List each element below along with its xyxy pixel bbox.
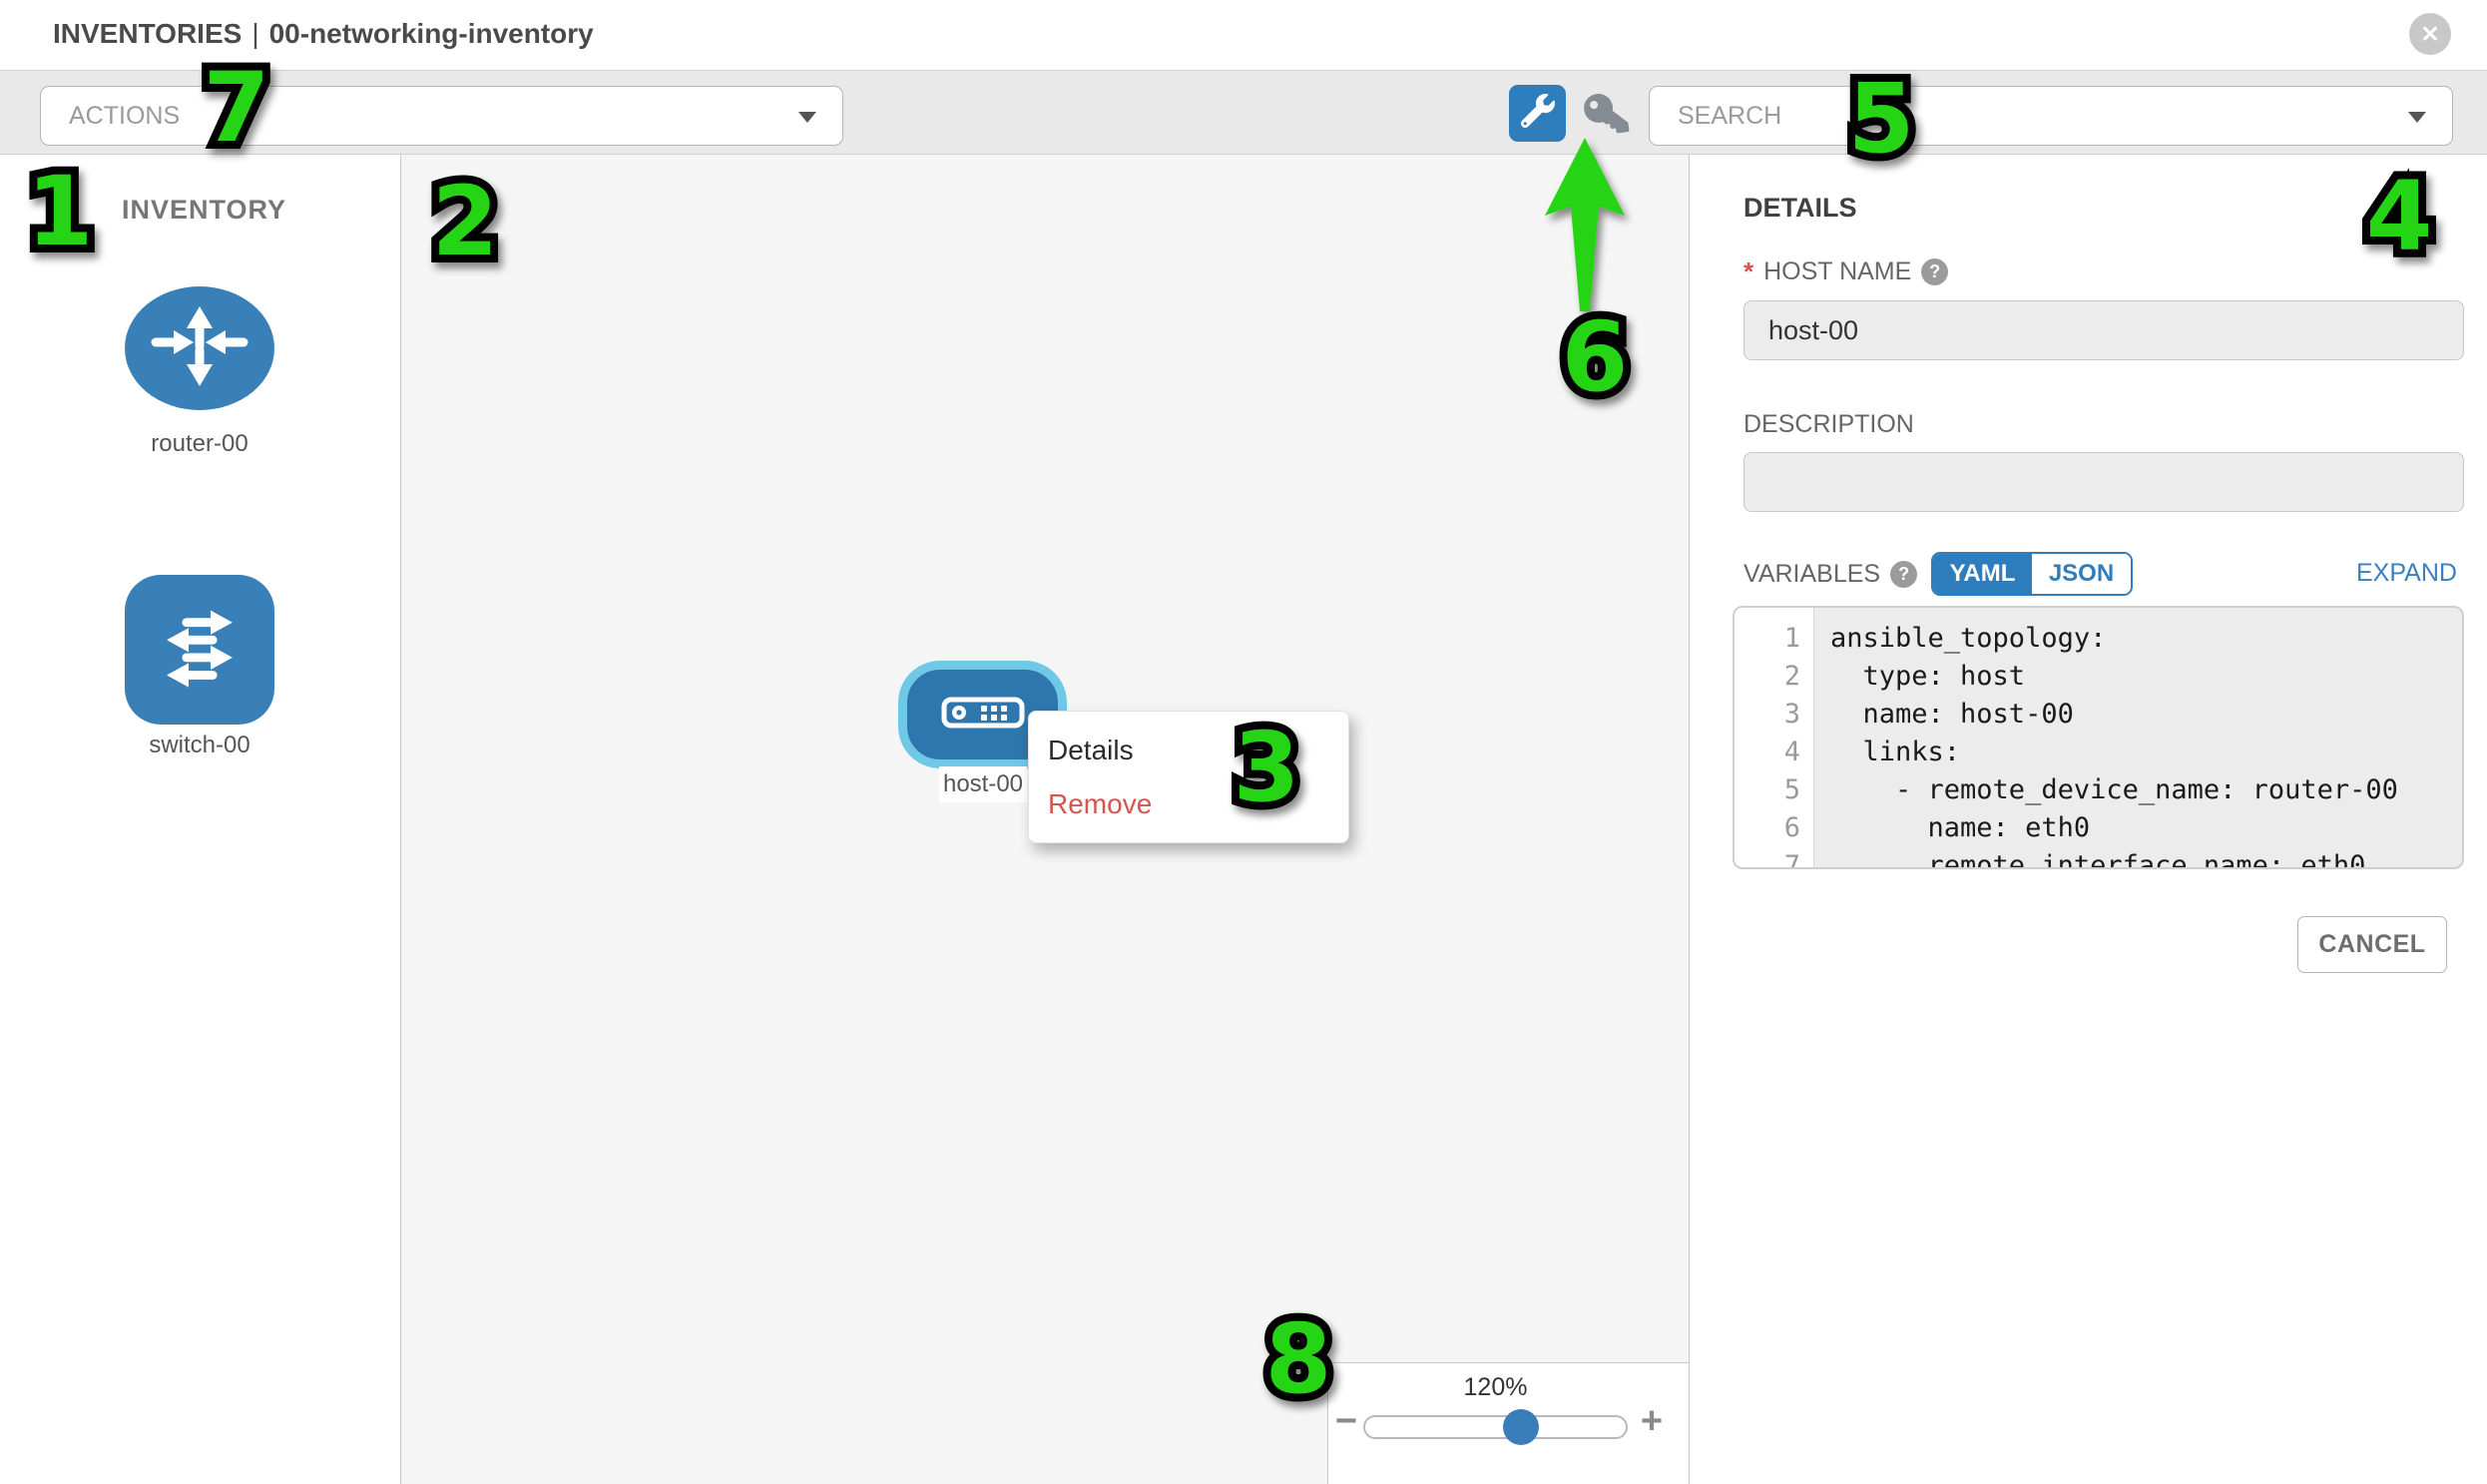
host-icon: [941, 697, 1025, 734]
host-name-label: HOST NAME: [1763, 257, 1911, 286]
line-code: name: eth0: [1814, 809, 2090, 847]
line-number: 6: [1735, 809, 1814, 847]
palette-item-switch[interactable]: [125, 575, 274, 725]
zoom-control: 120% − +: [1327, 1362, 1689, 1484]
sidebar-title: INVENTORY: [122, 195, 286, 226]
zoom-out-button[interactable]: −: [1328, 1401, 1364, 1441]
palette-item-router[interactable]: [125, 286, 274, 410]
editor-line: 5 - remote_device_name: router-00: [1735, 771, 2462, 809]
editor-line: 7 remote_interface_name: eth0: [1735, 847, 2462, 869]
description-input[interactable]: [1743, 452, 2464, 512]
actions-dropdown[interactable]: ACTIONS: [40, 86, 843, 146]
host-node-label: host-00: [939, 766, 1027, 802]
zoom-slider-thumb[interactable]: [1503, 1409, 1539, 1445]
line-code: ansible_topology:: [1814, 620, 2106, 658]
zoom-slider-track[interactable]: [1363, 1415, 1628, 1439]
tab-yaml[interactable]: YAML: [1933, 554, 2032, 594]
expand-link[interactable]: EXPAND: [2356, 559, 2457, 588]
line-code: name: host-00: [1814, 696, 2074, 734]
key-icon: [1585, 93, 1627, 140]
actions-placeholder: ACTIONS: [69, 102, 180, 131]
line-number: 2: [1735, 658, 1814, 696]
context-menu-item-details[interactable]: Details: [1029, 724, 1348, 777]
search-dropdown[interactable]: SEARCH: [1649, 86, 2453, 146]
app-window: INVENTORIES|00-networking-inventory ✕ AC…: [0, 0, 2487, 1484]
close-glyph: ✕: [2420, 21, 2439, 48]
zoom-level-label: 120%: [1363, 1373, 1628, 1402]
page-title: INVENTORIES|00-networking-inventory: [53, 18, 594, 50]
tools-button[interactable]: [1509, 85, 1566, 142]
inventory-sidebar: INVENTORY: [0, 155, 401, 1484]
wrench-icon: [1521, 94, 1555, 133]
editor-line: 6 name: eth0: [1735, 809, 2462, 847]
zoom-in-button[interactable]: +: [1634, 1401, 1670, 1441]
context-menu: Details Remove: [1028, 711, 1349, 843]
tab-json[interactable]: JSON: [2032, 554, 2131, 594]
close-icon[interactable]: ✕: [2409, 13, 2451, 55]
breadcrumb-section: INVENTORIES: [53, 18, 242, 49]
chevron-down-icon: [2408, 112, 2426, 123]
credentials-button[interactable]: [1581, 91, 1631, 141]
inventory-name: 00-networking-inventory: [269, 18, 594, 49]
editor-line: 2 type: host: [1735, 658, 2462, 696]
topology-canvas[interactable]: host-00 Details Remove 120% − +: [401, 155, 1689, 1484]
chevron-down-icon: [798, 112, 816, 123]
breadcrumb-separator: |: [242, 18, 268, 49]
cancel-button[interactable]: CANCEL: [2297, 916, 2447, 973]
variables-label: VARIABLES: [1743, 560, 1880, 589]
line-code: - remote_device_name: router-00: [1814, 771, 2398, 809]
editor-line: 4 links:: [1735, 734, 2462, 771]
variables-format-toggle: YAML JSON: [1931, 552, 2133, 596]
details-panel: DETAILS * HOST NAME ? DESCRIPTION VARIAB…: [1689, 155, 2487, 1484]
palette-label-router: router-00: [125, 430, 274, 458]
variables-label-row: VARIABLES ?: [1743, 560, 1917, 589]
router-icon: [140, 296, 259, 401]
required-asterisk: *: [1743, 256, 1753, 287]
line-number: 1: [1735, 620, 1814, 658]
palette-label-switch: switch-00: [125, 732, 274, 759]
context-menu-item-remove[interactable]: Remove: [1029, 777, 1348, 831]
line-number: 4: [1735, 734, 1814, 771]
description-label: DESCRIPTION: [1743, 410, 1914, 439]
help-icon[interactable]: ?: [1921, 258, 1948, 285]
editor-line: 1ansible_topology:: [1735, 620, 2462, 658]
header-bar: INVENTORIES|00-networking-inventory ✕: [0, 0, 2487, 70]
help-icon[interactable]: ?: [1890, 561, 1917, 588]
editor-lines: 1ansible_topology: 2 type: host 3 name: …: [1735, 608, 2462, 869]
search-placeholder: SEARCH: [1678, 102, 1781, 131]
line-number: 5: [1735, 771, 1814, 809]
variables-code-editor[interactable]: 1ansible_topology: 2 type: host 3 name: …: [1733, 606, 2464, 869]
switch-icon: [145, 593, 254, 708]
line-number: 7: [1735, 847, 1814, 869]
line-code: type: host: [1814, 658, 2025, 696]
description-label-row: DESCRIPTION: [1743, 410, 1914, 439]
line-code: remote_interface_name: eth0: [1814, 847, 2365, 869]
editor-line: 3 name: host-00: [1735, 696, 2462, 734]
details-panel-title: DETAILS: [1743, 193, 1857, 224]
host-name-input[interactable]: [1743, 300, 2464, 360]
host-name-label-row: * HOST NAME ?: [1743, 256, 1948, 287]
line-number: 3: [1735, 696, 1814, 734]
line-code: links:: [1814, 734, 1960, 771]
toolbar: ACTIONS SEARCH: [0, 70, 2487, 155]
